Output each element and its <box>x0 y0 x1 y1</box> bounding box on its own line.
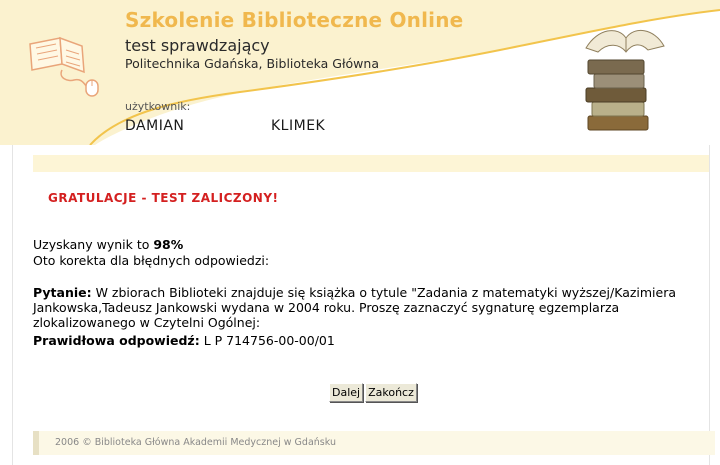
answer-label: Prawidłowa odpowiedź: <box>33 333 200 348</box>
content-header-band <box>33 155 709 172</box>
organization-name: Politechnika Gdańska, Biblioteka Główna <box>125 56 379 71</box>
book-stack-icon <box>585 30 665 131</box>
score-value: 98% <box>153 237 184 252</box>
band-spacer <box>13 155 33 172</box>
score-line: Uzyskany wynik to 98% <box>33 237 183 252</box>
footer-copyright: 2006 © Biblioteka Główna Akademii Medycz… <box>55 437 336 448</box>
user-last-name: KLIMEK <box>271 118 326 134</box>
question-label: Pytanie: <box>33 285 92 300</box>
congrats-message: GRATULACJE - TEST ZALICZONY! <box>48 191 279 205</box>
page-footer: 2006 © Biblioteka Główna Akademii Medycz… <box>33 431 715 455</box>
site-title: Szkolenie Biblioteczne Online <box>125 8 464 32</box>
finish-button[interactable]: Zakończ <box>365 383 417 402</box>
next-button[interactable]: Dalej <box>329 383 364 402</box>
button-row: Dalej Zakończ <box>329 381 419 402</box>
book-mouse-logo-icon <box>29 36 99 97</box>
question-block: Pytanie: W zbiorach Biblioteki znajduje … <box>33 285 703 330</box>
user-first-name: DAMIAN <box>125 118 185 134</box>
page-header: Szkolenie Biblioteczne Online test spraw… <box>0 0 720 145</box>
answer-line: Prawidłowa odpowiedź: L P 714756-00-00/0… <box>33 333 335 348</box>
user-label: użytkownik: <box>125 100 191 113</box>
correction-intro: Oto korekta dla błędnych odpowiedzi: <box>33 253 270 268</box>
question-text: W zbiorach Biblioteki znajduje się książ… <box>33 285 677 330</box>
main-content: GRATULACJE - TEST ZALICZONY! Uzyskany wy… <box>12 145 715 465</box>
answer-value: L P 714756-00-00/01 <box>199 333 335 348</box>
score-prefix: Uzyskany wynik to <box>33 237 154 252</box>
site-subtitle: test sprawdzający <box>125 36 270 55</box>
